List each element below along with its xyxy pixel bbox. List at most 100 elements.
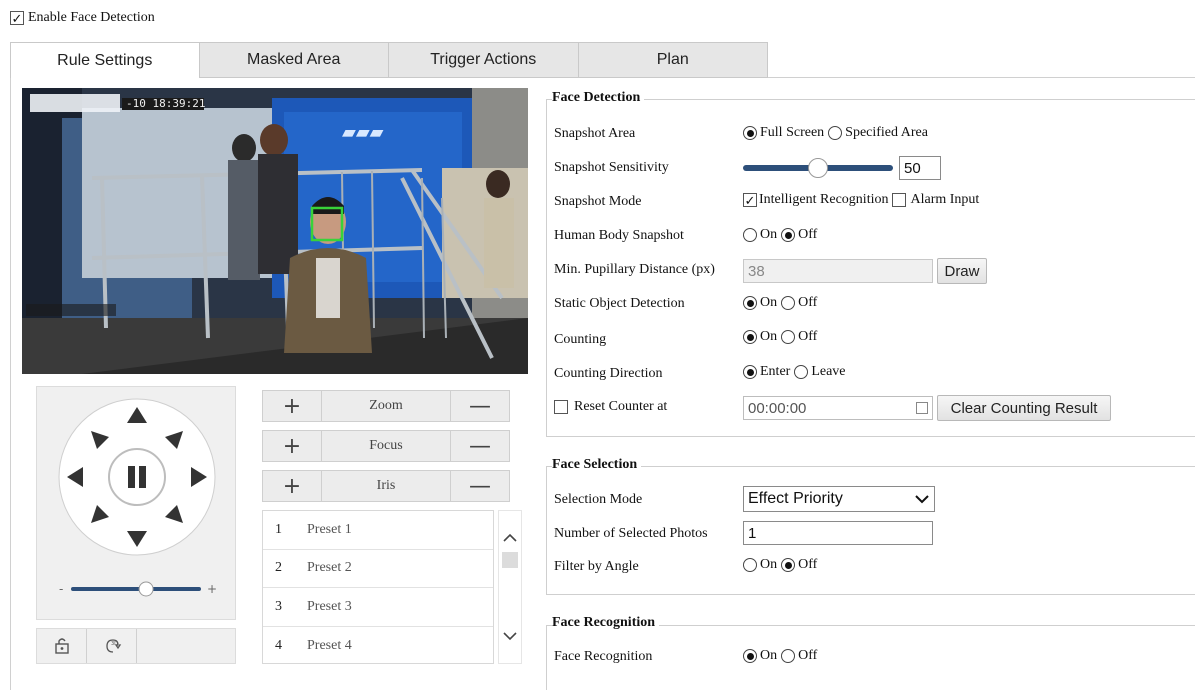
list-item[interactable]: 2 Preset 2 (263, 550, 493, 588)
reset-counter-time: 00:00:00 (748, 399, 807, 417)
list-item[interactable]: 1 Preset 1 (263, 511, 493, 550)
clear-counting-result-button[interactable]: Clear Counting Result (937, 395, 1111, 421)
filter-angle-on-option[interactable]: On (743, 557, 777, 573)
zoom-out-button[interactable]: — (450, 390, 510, 422)
zoom-label: Zoom (322, 390, 450, 422)
focus-far-button[interactable]: — (450, 430, 510, 462)
radio-filter-angle-off[interactable] (781, 558, 796, 572)
radio-counting-on[interactable] (743, 330, 757, 344)
focus-control: + Focus — (262, 430, 510, 462)
snapshot-sensitivity-slider[interactable] (743, 158, 893, 178)
radio-full-screen[interactable] (743, 126, 757, 140)
counting-direction-label: Counting Direction (554, 366, 663, 381)
intelligent-recognition-checkbox[interactable]: ✓ (743, 193, 757, 207)
snapshot-sensitivity-input[interactable]: 50 (899, 156, 941, 180)
preset-number: 1 (275, 521, 282, 537)
snapshot-area-full-screen[interactable]: Full Screen (743, 125, 824, 141)
snapshot-sensitivity-knob[interactable] (808, 158, 828, 178)
preset-scrollbar[interactable] (498, 510, 522, 664)
svg-text:+: + (207, 582, 217, 596)
radio-static-object-off[interactable] (781, 296, 796, 310)
radio-face-recognition-off[interactable] (781, 649, 796, 663)
counting-enter-option[interactable]: Enter (743, 364, 790, 380)
counting-options: On Off (743, 329, 821, 345)
intelligent-recognition-option[interactable]: ✓ Intelligent Recognition (743, 192, 888, 208)
selection-mode-control: Effect Priority (743, 486, 935, 512)
tab-plan[interactable]: Plan (578, 42, 768, 78)
pause-icon[interactable] (128, 466, 135, 488)
zoom-in-button[interactable]: + (262, 390, 322, 422)
snapshot-mode-label: Snapshot Mode (554, 194, 642, 209)
enable-face-detection-checkbox[interactable]: ✓ (10, 11, 24, 25)
enable-face-detection-label: Enable Face Detection (28, 10, 155, 25)
on-label: On (760, 295, 778, 310)
scroll-thumb[interactable] (502, 552, 518, 568)
video-frame: ▰▰▰ (22, 88, 528, 374)
ptz-speed-knob[interactable] (138, 581, 154, 597)
radio-filter-angle-on[interactable] (743, 558, 757, 572)
radio-leave[interactable] (794, 365, 809, 379)
static-object-off-option[interactable]: Off (781, 295, 817, 311)
iris-close-button[interactable]: — (450, 470, 510, 502)
tab-masked-area[interactable]: Masked Area (199, 42, 389, 78)
radio-enter[interactable] (743, 365, 757, 379)
counting-off-option[interactable]: Off (781, 329, 817, 345)
tab-trigger-actions[interactable]: Trigger Actions (389, 42, 579, 78)
snapshot-mode-options: ✓ Intelligent Recognition Alarm Input (743, 192, 983, 208)
human-body-on-option[interactable]: On (743, 227, 777, 243)
face-detection-border-bottom (546, 436, 1195, 437)
face-recognition-off-option[interactable]: Off (781, 648, 817, 664)
preset-number: 4 (275, 637, 282, 653)
counting-on-option[interactable]: On (743, 329, 777, 345)
human-body-off-option[interactable]: Off (781, 227, 817, 243)
panel-left-border (10, 78, 11, 690)
video-timestamp: -10 18:39:21 (126, 97, 206, 110)
static-object-on-option[interactable]: On (743, 295, 777, 311)
reset-counter-time-input[interactable]: 00:00:00 (743, 396, 933, 420)
alarm-input-checkbox[interactable] (892, 193, 907, 207)
tab-rule-settings[interactable]: Rule Settings (10, 42, 200, 78)
filter-angle-off-option[interactable]: Off (781, 557, 817, 573)
full-screen-label: Full Screen (760, 125, 825, 140)
counting-leave-option[interactable]: Leave (794, 364, 846, 380)
reset-counter-checkbox[interactable] (554, 400, 568, 414)
static-object-detection-label: Static Object Detection (554, 296, 685, 311)
scroll-up-icon[interactable] (503, 533, 517, 542)
radio-human-body-on[interactable] (743, 228, 757, 242)
face-recognition-on-option[interactable]: On (743, 648, 777, 664)
list-item[interactable]: 4 Preset 4 (263, 627, 493, 666)
reset-counter-option[interactable]: Reset Counter at (554, 399, 667, 415)
radio-human-body-off[interactable] (781, 228, 796, 242)
chevron-down-icon (915, 495, 929, 504)
preset-name: Preset 1 (307, 521, 352, 537)
iris-open-button[interactable]: + (262, 470, 322, 502)
selection-mode-select[interactable]: Effect Priority (743, 486, 935, 512)
on-label: On (760, 227, 778, 242)
human-body-snapshot-options: On Off (743, 227, 821, 243)
3d-positioning-icon: 3D (105, 639, 121, 653)
radio-face-recognition-on[interactable] (743, 649, 757, 663)
alarm-input-label: Alarm Input (910, 192, 980, 207)
filter-by-angle-label: Filter by Angle (554, 559, 639, 574)
live-video-preview[interactable]: ▰▰▰ -10 18:39:21 (22, 88, 528, 374)
list-item[interactable]: 3 Preset 3 (263, 588, 493, 627)
on-label: On (760, 557, 778, 572)
leave-label: Leave (811, 364, 846, 379)
radio-static-object-on[interactable] (743, 296, 757, 310)
alarm-input-option[interactable]: Alarm Input (892, 192, 979, 208)
draw-button[interactable]: Draw (937, 258, 987, 284)
radio-counting-off[interactable] (781, 330, 796, 344)
calendar-icon[interactable] (916, 402, 928, 414)
focus-near-button[interactable]: + (262, 430, 322, 462)
face-selection-border-left (546, 466, 547, 594)
min-pupillary-distance-input[interactable]: 38 (743, 259, 933, 283)
enable-face-detection[interactable]: ✓ Enable Face Detection (10, 10, 155, 26)
radio-specified-area[interactable] (828, 126, 843, 140)
snapshot-area-specified[interactable]: Specified Area (828, 125, 928, 141)
enter-label: Enter (760, 364, 791, 379)
lock-button[interactable] (37, 629, 87, 663)
3d-positioning-button[interactable]: 3D (87, 629, 137, 663)
scroll-down-icon[interactable] (503, 632, 517, 641)
snapshot-sensitivity-label: Snapshot Sensitivity (554, 160, 669, 175)
selected-photos-input[interactable]: 1 (743, 521, 933, 545)
